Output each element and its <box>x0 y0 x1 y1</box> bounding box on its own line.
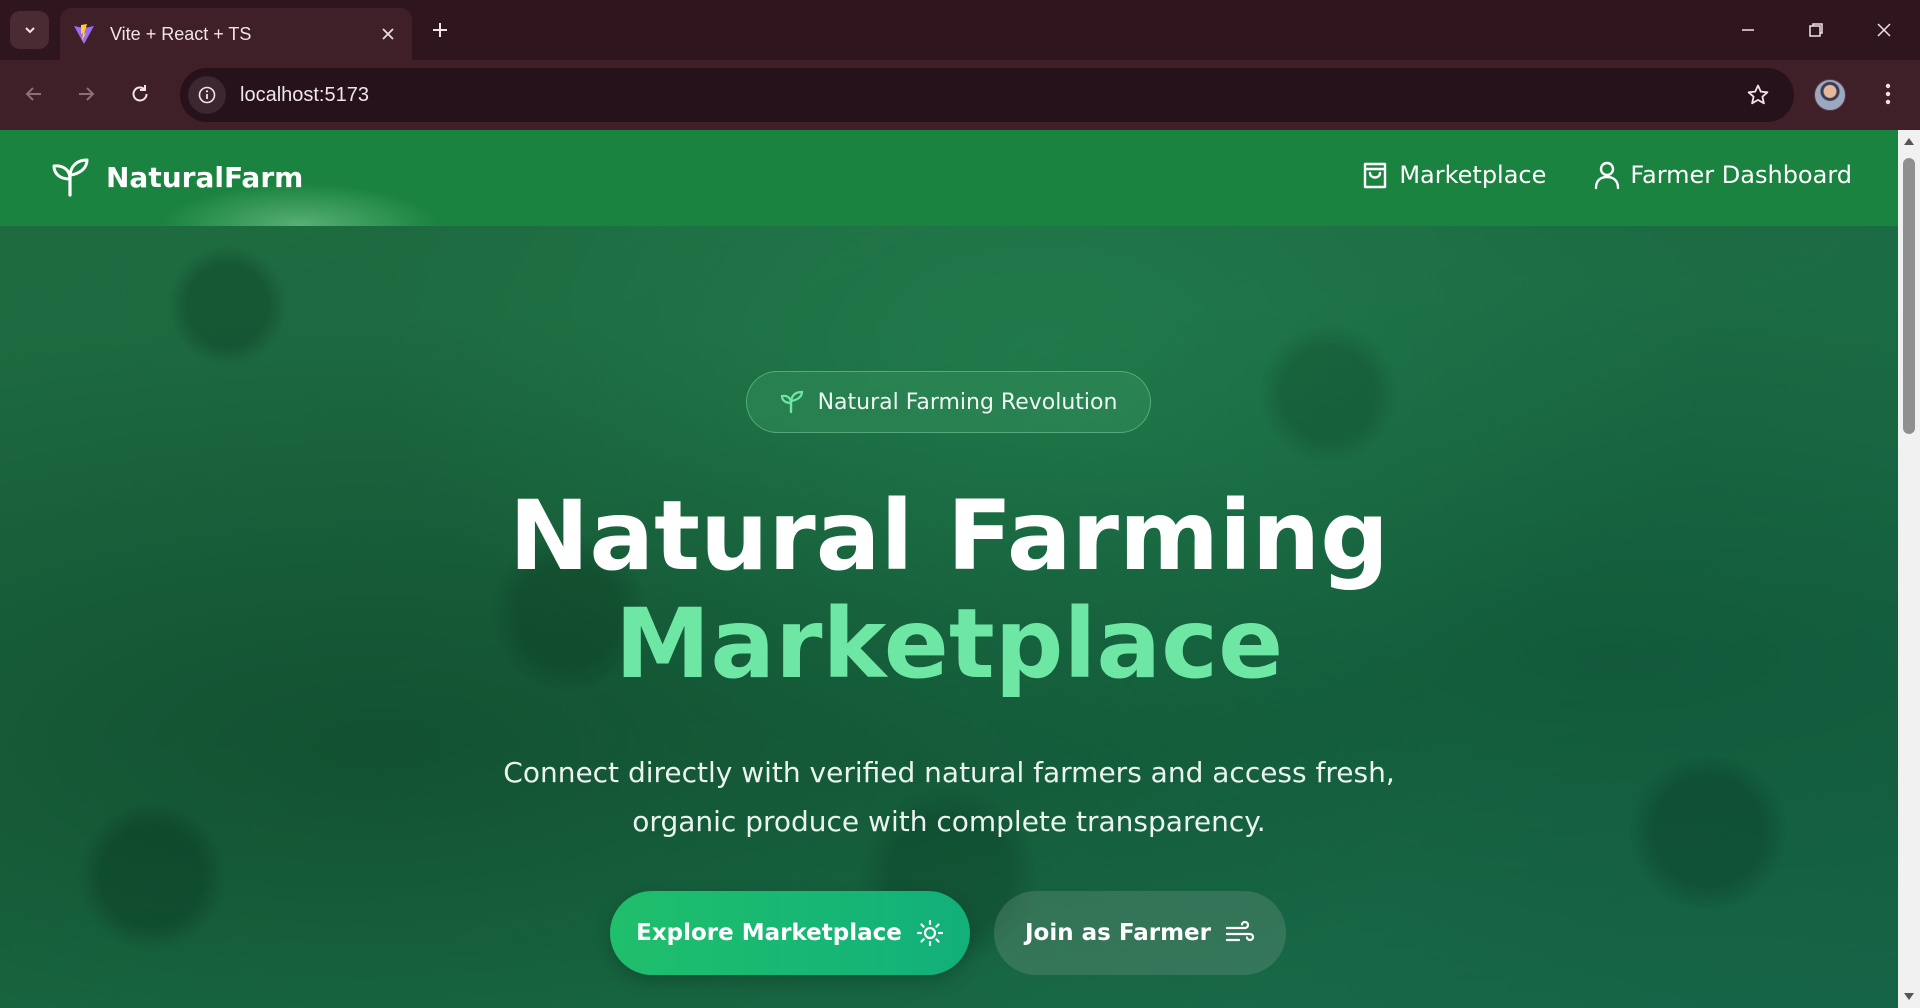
minimize-button[interactable] <box>1714 0 1782 60</box>
hero-title-highlight: Marketplace <box>614 588 1284 700</box>
browser-menu-button[interactable] <box>1868 74 1908 114</box>
chevron-down-icon <box>24 27 35 34</box>
sun-icon <box>916 919 943 947</box>
join-as-farmer-button[interactable]: Join as Farmer <box>994 891 1286 975</box>
new-tab-button[interactable] <box>422 12 458 48</box>
hero-badge-label: Natural Farming Revolution <box>817 389 1118 415</box>
site-info-icon[interactable] <box>188 76 226 114</box>
arrow-right-icon <box>79 87 95 101</box>
scroll-up-arrow-icon[interactable] <box>1903 136 1915 146</box>
scroll-thumb[interactable] <box>1903 158 1915 434</box>
sprout-icon <box>780 390 803 414</box>
page-scrollbar[interactable] <box>1898 130 1920 1008</box>
close-tab-icon[interactable] <box>374 20 402 48</box>
main-nav: Marketplace Farmer Dashboard <box>1313 160 1852 190</box>
minimize-icon <box>1742 29 1754 31</box>
more-vertical-icon <box>1885 83 1891 105</box>
url-text[interactable]: localhost:5173 <box>240 84 1736 107</box>
restore-button[interactable] <box>1782 0 1850 60</box>
browser-tab-bar: Vite + React + TS <box>0 0 1920 60</box>
close-window-button[interactable] <box>1850 0 1918 60</box>
hero-badge: Natural Farming Revolution <box>746 371 1151 433</box>
close-icon <box>1877 23 1891 37</box>
nav-marketplace-label: Marketplace <box>1399 161 1547 189</box>
bookmark-star-icon[interactable] <box>1736 73 1780 117</box>
user-icon <box>1595 161 1620 190</box>
vite-favicon-icon <box>72 22 96 46</box>
wind-icon <box>1225 920 1255 942</box>
site-header: NaturalFarm Marketplace Farmer Dashboard <box>0 130 1898 226</box>
forward-button[interactable] <box>66 74 106 114</box>
arrow-left-icon <box>25 87 41 101</box>
restore-icon <box>1809 23 1823 37</box>
page-viewport: NaturalFarm Marketplace Farmer Dashboard <box>0 130 1898 1008</box>
browser-tab[interactable]: Vite + React + TS <box>60 8 412 60</box>
scroll-down-arrow-icon[interactable] <box>1903 992 1915 1002</box>
explore-marketplace-button[interactable]: Explore Marketplace <box>610 891 970 975</box>
profile-avatar[interactable] <box>1814 79 1846 111</box>
brand-logo[interactable]: NaturalFarm <box>52 157 303 197</box>
tab-search-button[interactable] <box>10 11 49 49</box>
brand-name: NaturalFarm <box>106 160 304 194</box>
nav-farmer-dashboard-label: Farmer Dashboard <box>1630 161 1852 189</box>
explore-marketplace-label: Explore Marketplace <box>636 920 902 946</box>
hero-title: Natural Farming <box>509 480 1389 592</box>
join-as-farmer-label: Join as Farmer <box>1025 920 1211 946</box>
hero-subtitle: Connect directly with verified natural f… <box>503 756 1395 838</box>
tab-title: Vite + React + TS <box>110 23 252 44</box>
reload-icon <box>132 85 148 102</box>
nav-farmer-dashboard[interactable]: Farmer Dashboard <box>1594 160 1852 190</box>
nav-marketplace[interactable]: Marketplace <box>1361 160 1546 190</box>
back-button[interactable] <box>14 74 54 114</box>
sprout-icon <box>52 158 89 197</box>
shopping-bag-icon <box>1364 162 1387 189</box>
browser-toolbar: localhost:5173 <box>0 60 1920 130</box>
reload-button[interactable] <box>120 74 160 114</box>
address-bar[interactable]: localhost:5173 <box>180 68 1794 122</box>
plus-icon <box>433 23 447 37</box>
